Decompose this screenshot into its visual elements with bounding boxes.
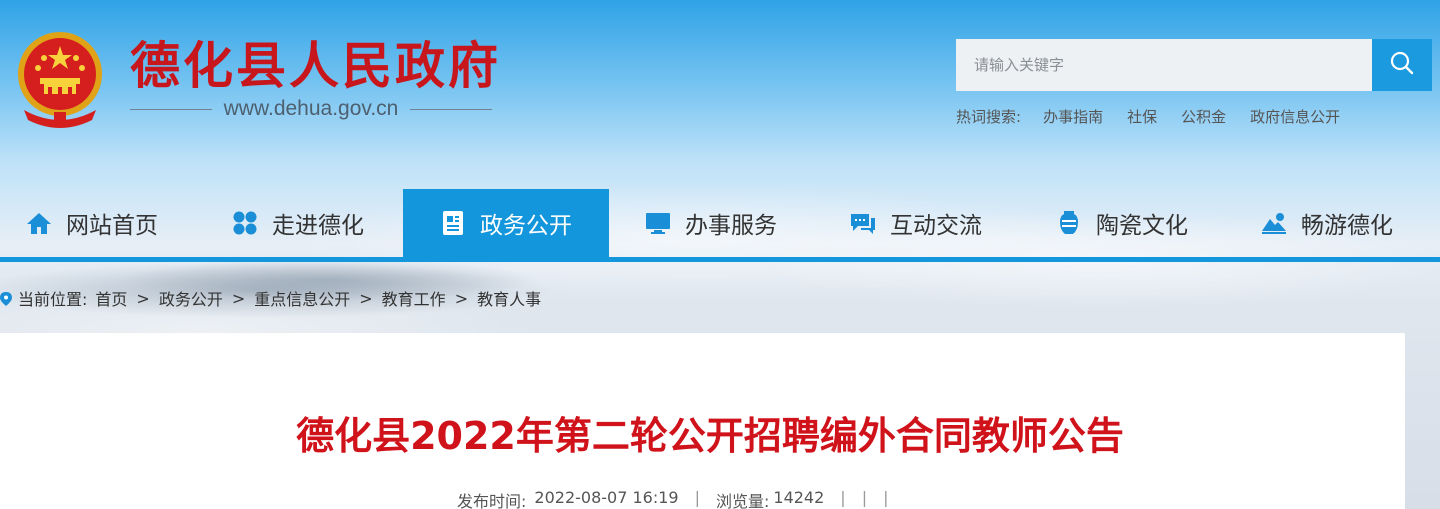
location-pin-icon <box>0 291 12 306</box>
breadcrumb-separator: > <box>136 288 150 308</box>
national-emblem-icon <box>14 30 106 128</box>
hotword-link[interactable]: 公积金 <box>1181 106 1226 127</box>
meta-divider: | <box>840 488 846 507</box>
meta-divider: | <box>694 488 700 507</box>
vase-icon <box>1056 210 1082 236</box>
publish-label: 发布时间: <box>457 492 527 509</box>
nav-item-interaction[interactable]: 互动交流 <box>850 189 982 257</box>
publish-time: 2022-08-07 16:19 <box>534 488 679 507</box>
nav-item-services[interactable]: 办事服务 <box>645 189 777 257</box>
home-icon <box>26 210 52 236</box>
breadcrumb-link-education[interactable]: 教育工作 <box>382 286 446 310</box>
nav-item-label: 政务公开 <box>480 213 572 239</box>
article-meta: 发布时间: 2022-08-07 16:19 | 浏览量: 14242 | | … <box>457 488 904 509</box>
chat-icon <box>850 210 876 236</box>
nav-item-tourism[interactable]: 畅游德化 <box>1261 189 1393 257</box>
main-nav: 网站首页 走进德化 政务公开 办事服务 互动交流 陶瓷文化 畅游德化 <box>0 189 1440 257</box>
divider <box>410 108 492 110</box>
breadcrumb-link-home[interactable]: 首页 <box>95 286 127 310</box>
meta-divider: | <box>861 488 868 507</box>
breadcrumb-link-education-personnel[interactable]: 教育人事 <box>477 286 541 310</box>
hotword-link[interactable]: 办事指南 <box>1043 106 1103 127</box>
landscape-icon <box>1261 210 1287 236</box>
nav-item-about[interactable]: 走进德化 <box>232 189 364 257</box>
nav-item-label: 互动交流 <box>890 213 982 239</box>
site-url-row: www.dehua.gov.cn <box>130 94 492 124</box>
search-input[interactable] <box>956 39 1372 91</box>
nav-item-gov-affairs[interactable]: 政务公开 <box>403 189 609 257</box>
article-title: 德化县2022年第二轮公开招聘编外合同教师公告 <box>296 414 1124 458</box>
site-title: 德化县人民政府 <box>130 36 501 95</box>
nav-item-label: 畅游德化 <box>1301 213 1393 239</box>
nav-item-home[interactable]: 网站首页 <box>26 189 158 257</box>
hotword-link[interactable]: 政府信息公开 <box>1250 106 1340 127</box>
nav-item-label: 陶瓷文化 <box>1096 213 1188 239</box>
breadcrumb-separator: > <box>454 288 469 308</box>
search-button[interactable] <box>1372 39 1432 91</box>
nav-item-label: 办事服务 <box>685 213 777 239</box>
nav-item-ceramics[interactable]: 陶瓷文化 <box>1056 189 1188 257</box>
breadcrumb: 当前位置: 首页 > 政务公开 > 重点信息公开 > 教育工作 > 教育人事 <box>0 285 541 311</box>
grid-icon <box>232 210 258 236</box>
hotwords-label: 热词搜索: <box>956 108 1022 126</box>
divider <box>130 108 212 110</box>
breadcrumb-link-gov-affairs[interactable]: 政务公开 <box>159 286 223 310</box>
nav-underline <box>0 257 1440 262</box>
search-box <box>956 39 1372 91</box>
breadcrumb-link-key-info[interactable]: 重点信息公开 <box>254 286 350 310</box>
document-icon <box>440 210 466 236</box>
views-count: 14242 <box>773 488 825 507</box>
site-url: www.dehua.gov.cn <box>223 97 399 120</box>
breadcrumb-separator: > <box>231 288 246 308</box>
views-label: 浏览量: <box>715 492 770 509</box>
search-icon <box>1389 50 1415 80</box>
nav-item-label: 走进德化 <box>272 213 364 239</box>
meta-divider: | <box>883 488 889 507</box>
hotwords: 热词搜索: 办事指南 社保 公积金 政府信息公开 <box>956 106 1364 127</box>
monitor-icon <box>645 210 671 236</box>
hotword-link[interactable]: 社保 <box>1127 106 1157 127</box>
breadcrumb-label: 当前位置: <box>18 290 88 309</box>
nav-item-label: 网站首页 <box>66 213 158 239</box>
breadcrumb-separator: > <box>359 288 373 308</box>
